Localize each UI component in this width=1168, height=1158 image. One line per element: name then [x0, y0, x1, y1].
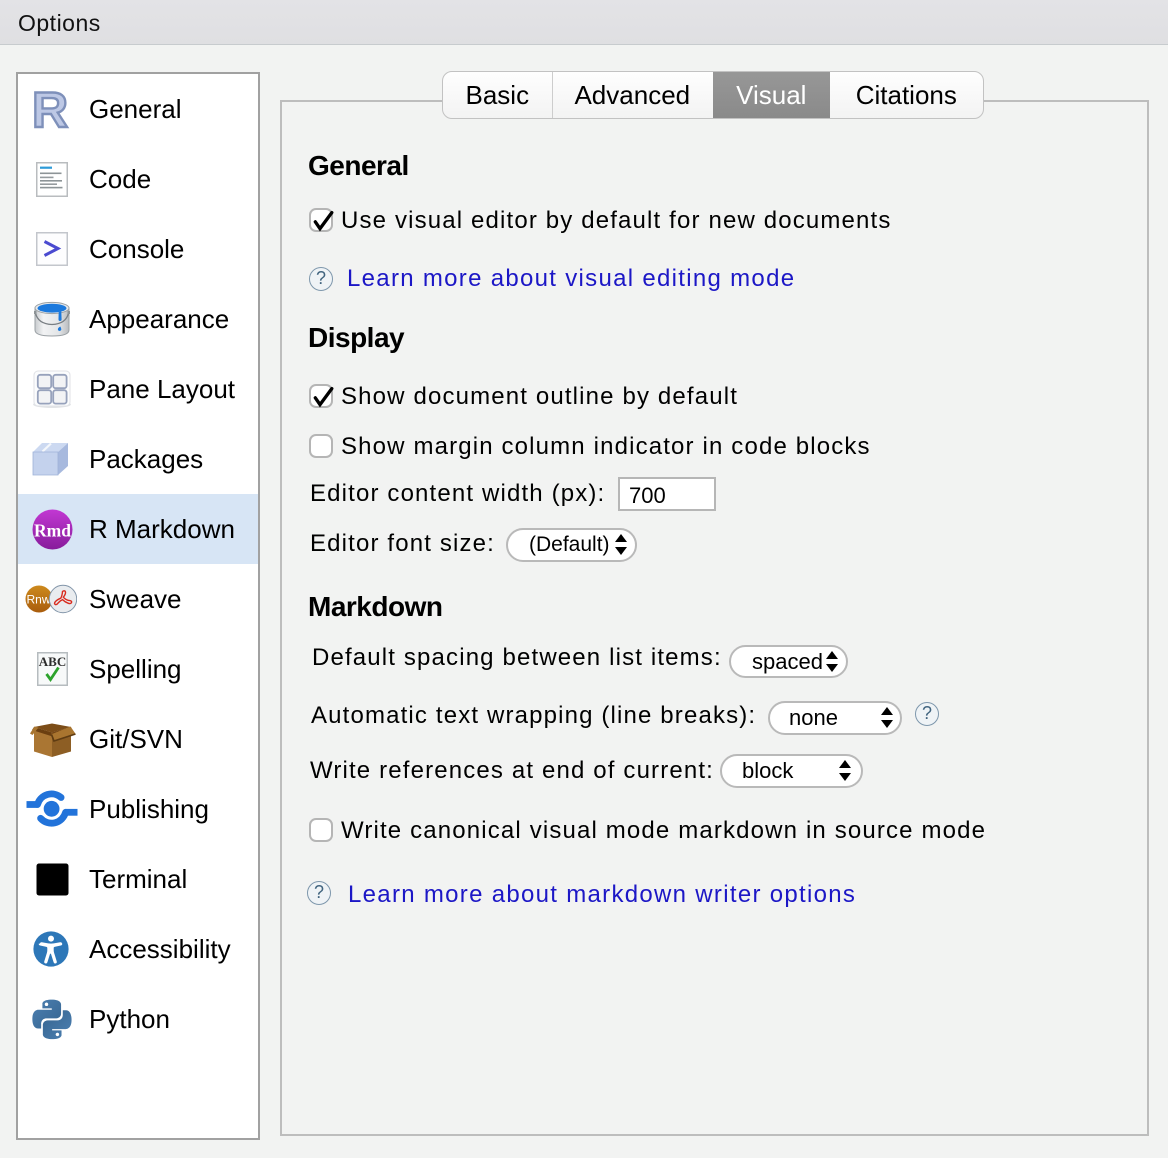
svg-text:R: R [32, 85, 68, 133]
svg-text:Rnw: Rnw [26, 593, 50, 607]
svg-text:Rmd: Rmd [34, 520, 71, 540]
svg-text:ABC: ABC [38, 654, 65, 669]
